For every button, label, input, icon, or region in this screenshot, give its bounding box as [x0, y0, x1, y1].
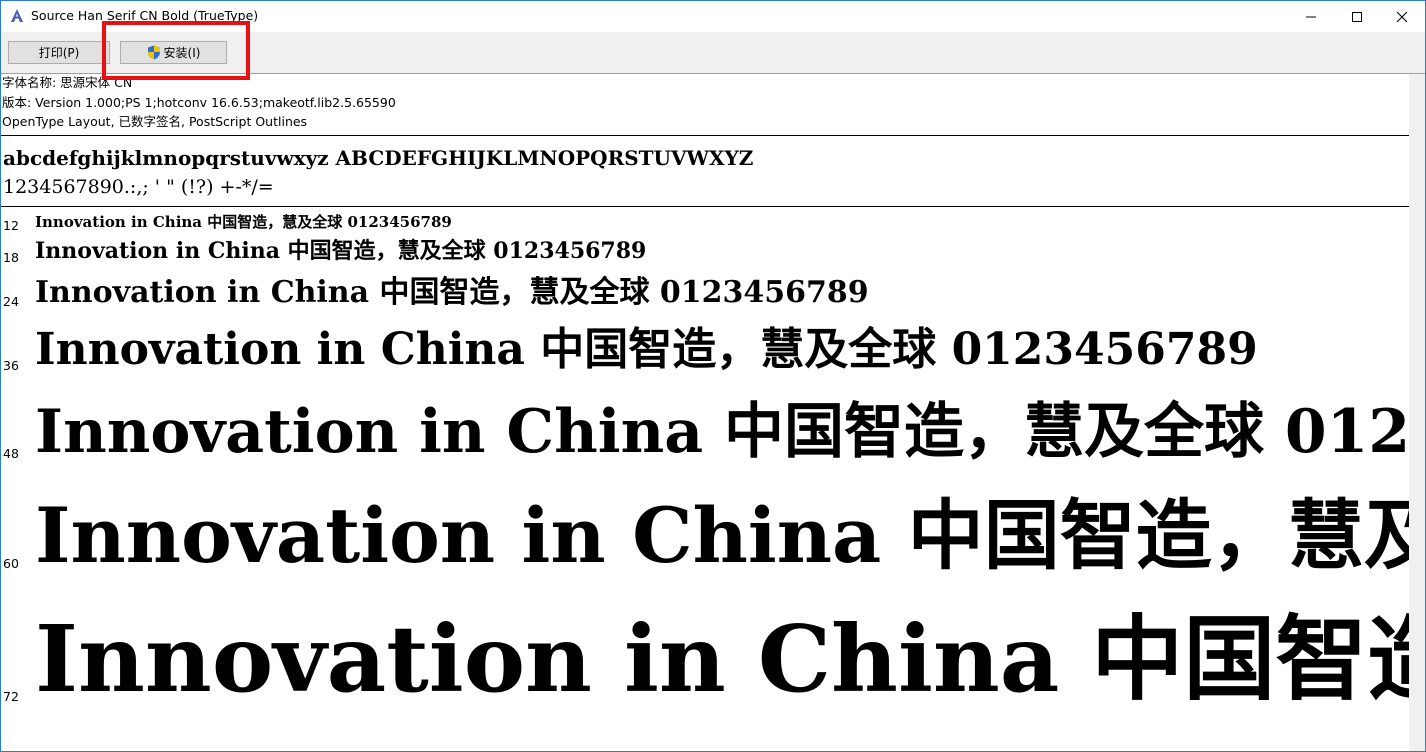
toolbar: 打印(P) 安装(I) — [1, 32, 1425, 74]
sample-size-label: 36 — [3, 358, 19, 373]
font-info-panel: 字体名称: 思源宋体 CN 版本: Version 1.000;PS 1;hot… — [1, 73, 1409, 132]
font-viewer-window: Source Han Serif CN Bold (TrueType) 打印(P… — [0, 0, 1426, 752]
sample-text: Innovation in China 中国智造，慧及全球 0123456789 — [35, 275, 869, 310]
sample-size-label: 12 — [3, 218, 19, 233]
sample-text: Innovation in China 中国智造，慧及全球 0123456789 — [35, 491, 1409, 580]
close-icon — [1396, 11, 1408, 22]
font-features-line: OpenType Layout, 已数字签名, PostScript Outli… — [2, 114, 308, 129]
sample-list: 12 Innovation in China 中国智造，慧及全球 0123456… — [1, 208, 1409, 751]
title-bar[interactable]: Source Han Serif CN Bold (TrueType) — [1, 1, 1425, 32]
sample-text: Innovation in China 中国智造，慧及全球 0123456789 — [35, 324, 1258, 375]
window-title: Source Han Serif CN Bold (TrueType) — [31, 8, 259, 23]
minimize-icon — [1306, 16, 1316, 17]
sample-size-label: 24 — [3, 294, 19, 309]
vertical-scrollbar[interactable] — [1409, 74, 1425, 751]
font-version-line: 版本: Version 1.000;PS 1;hotconv 16.6.53;m… — [2, 94, 396, 110]
sample-size-label: 60 — [3, 556, 19, 571]
divider — [1, 135, 1409, 136]
sample-size-label: 48 — [3, 446, 19, 461]
print-button[interactable]: 打印(P) — [8, 41, 110, 64]
sample-text: Innovation in China 中国智造，慧及全球 0123456789 — [35, 238, 647, 264]
uac-shield-icon — [147, 45, 161, 60]
charset-digits-symbols: 1234567890.:,; ' " (!?) +-*/= — [3, 176, 274, 198]
minimize-button[interactable] — [1288, 1, 1334, 32]
divider — [1, 206, 1409, 207]
install-button[interactable]: 安装(I) — [120, 41, 227, 64]
sample-size-label: 18 — [3, 250, 19, 265]
charset-letters: abcdefghijklmnopqrstuvwxyz ABCDEFGHIJKLM… — [3, 146, 754, 170]
install-button-label: 安装(I) — [163, 46, 201, 60]
font-app-icon — [9, 8, 25, 24]
font-name-line: 字体名称: 思源宋体 CN — [2, 75, 133, 90]
maximize-icon — [1352, 11, 1362, 22]
sample-text: Innovation in China 中国智造，慧及全球 0123456789 — [35, 605, 1409, 713]
sample-text: Innovation in China 中国智造，慧及全球 0123456789 — [35, 213, 452, 231]
close-button[interactable] — [1379, 1, 1425, 32]
sample-size-label: 72 — [3, 689, 19, 704]
print-button-label: 打印(P) — [38, 46, 80, 60]
maximize-button[interactable] — [1334, 1, 1380, 32]
sample-text: Innovation in China 中国智造，慧及全球 0123456789 — [35, 397, 1409, 467]
